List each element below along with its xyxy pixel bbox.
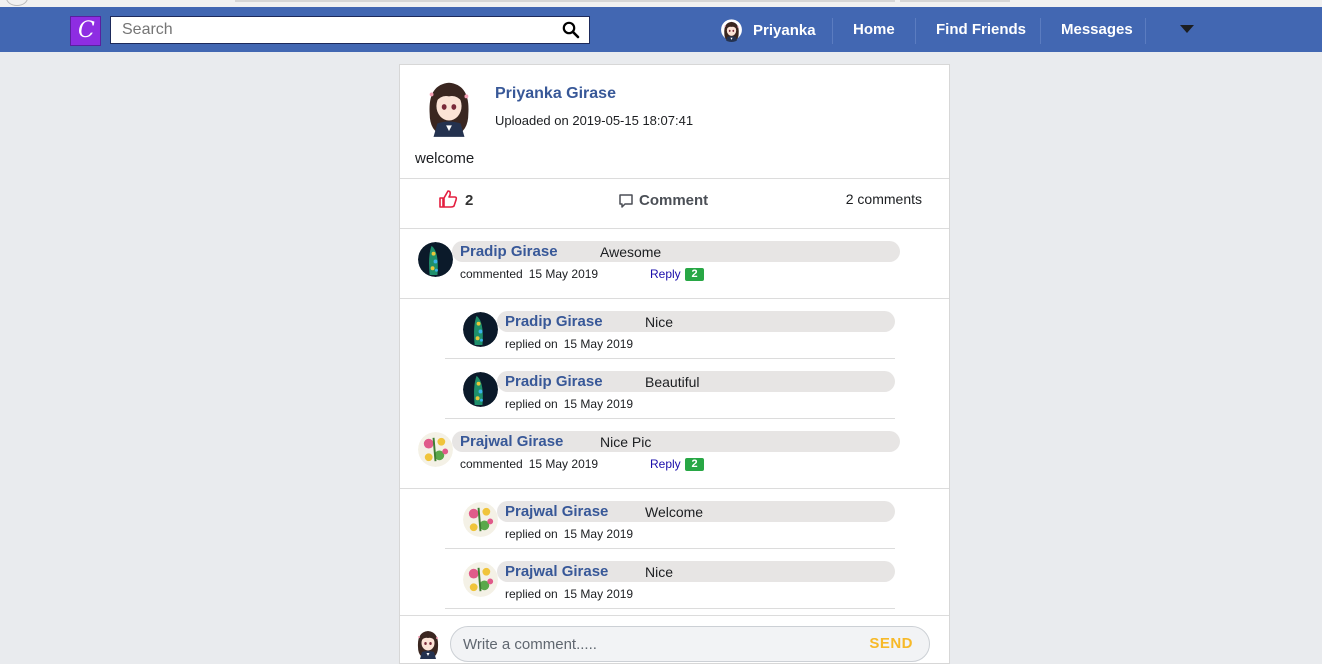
nav-home[interactable]: Home [853,21,895,38]
reply-text: Nice [645,564,674,580]
reply-text: Nice [645,314,674,330]
comment-author[interactable]: Pradip Girase [460,243,558,260]
reply-text: Welcome [645,504,704,520]
divider [400,228,949,229]
search-box [110,16,590,44]
search-input[interactable] [122,20,552,40]
comment-meta-label: commented [460,267,523,281]
avatar [463,562,498,597]
divider [400,178,949,179]
browser-tab [235,0,895,2]
nav-find-friends[interactable]: Find Friends [936,21,1026,38]
reply-author[interactable]: Pradip Girase [505,373,603,390]
reply-date: 15 May 2019 [563,337,634,351]
app-logo[interactable]: C [70,16,101,46]
reply-date: 15 May 2019 [563,587,634,601]
reply-meta: replied on 15 May 2019 [505,397,633,411]
nav-divider [1145,18,1146,44]
browser-chrome [0,0,1322,7]
avatar [420,75,478,137]
reply-link[interactable]: Reply [650,457,681,471]
nav-profile-link[interactable]: Priyanka [720,18,816,42]
top-navbar: C Priyanka Home Find Friends Messages [0,7,1322,52]
nav-divider [915,18,916,44]
divider [400,298,949,299]
search-icon[interactable] [562,21,580,39]
reply-meta-label: replied on [505,527,558,541]
divider [400,615,949,616]
avatar [720,19,743,42]
divider [445,358,895,359]
reply-count-badge: 2 [685,268,704,281]
comment-input[interactable] [463,636,843,653]
avatar [463,372,498,407]
avatar [463,312,498,347]
browser-tab [900,0,1010,2]
reply-author[interactable]: Pradip Girase [505,313,603,330]
comment-meta: commented 15 May 2019 [460,457,598,471]
reply-text: Beautiful [645,374,700,390]
post-text: welcome [415,150,475,167]
comment-composer: SEND [450,626,930,662]
nav-user-name: Priyanka [753,21,816,39]
logo-letter: C [78,18,95,43]
reply-link[interactable]: Reply [650,267,681,281]
nav-divider [1040,18,1041,44]
like-count: 2 [465,192,474,209]
post-card: Priyanka Girase Uploaded on 2019-05-15 1… [399,64,950,664]
divider [445,418,895,419]
like-icon[interactable] [438,189,458,209]
comment-date: 15 May 2019 [528,457,599,471]
comment-button-label: Comment [639,192,709,209]
reply-date: 15 May 2019 [563,397,634,411]
reply-meta: replied on 15 May 2019 [505,587,633,601]
divider [445,608,895,609]
divider [400,488,949,489]
comments-count[interactable]: 2 comments [846,191,922,207]
reply-meta: replied on 15 May 2019 [505,527,633,541]
reply-date: 15 May 2019 [563,527,634,541]
dropdown-caret-icon[interactable] [1180,25,1194,33]
reply-author[interactable]: Prajwal Girase [505,503,608,520]
reply-meta-label: replied on [505,397,558,411]
browser-control [6,0,28,6]
reply-meta-label: replied on [505,337,558,351]
nav-messages[interactable]: Messages [1061,21,1133,38]
comment-icon [619,193,633,208]
avatar [418,242,453,277]
comment-meta-label: commented [460,457,523,471]
reply-author[interactable]: Prajwal Girase [505,563,608,580]
avatar [413,626,443,660]
post-timestamp: Uploaded on 2019-05-15 18:07:41 [495,113,694,128]
comment-meta: commented 15 May 2019 [460,267,598,281]
avatar [418,432,453,467]
post-author[interactable]: Priyanka Girase [495,85,616,103]
comment-text: Awesome [600,244,662,260]
reply-meta-label: replied on [505,587,558,601]
divider [445,548,895,549]
comment-author[interactable]: Prajwal Girase [460,433,563,450]
avatar [463,502,498,537]
send-button[interactable]: SEND [869,635,913,652]
nav-divider [832,18,833,44]
comment-button[interactable]: Comment [618,192,708,209]
reply-count-badge: 2 [685,458,704,471]
comment-date: 15 May 2019 [528,267,599,281]
comment-text: Nice Pic [600,434,652,450]
reply-meta: replied on 15 May 2019 [505,337,633,351]
